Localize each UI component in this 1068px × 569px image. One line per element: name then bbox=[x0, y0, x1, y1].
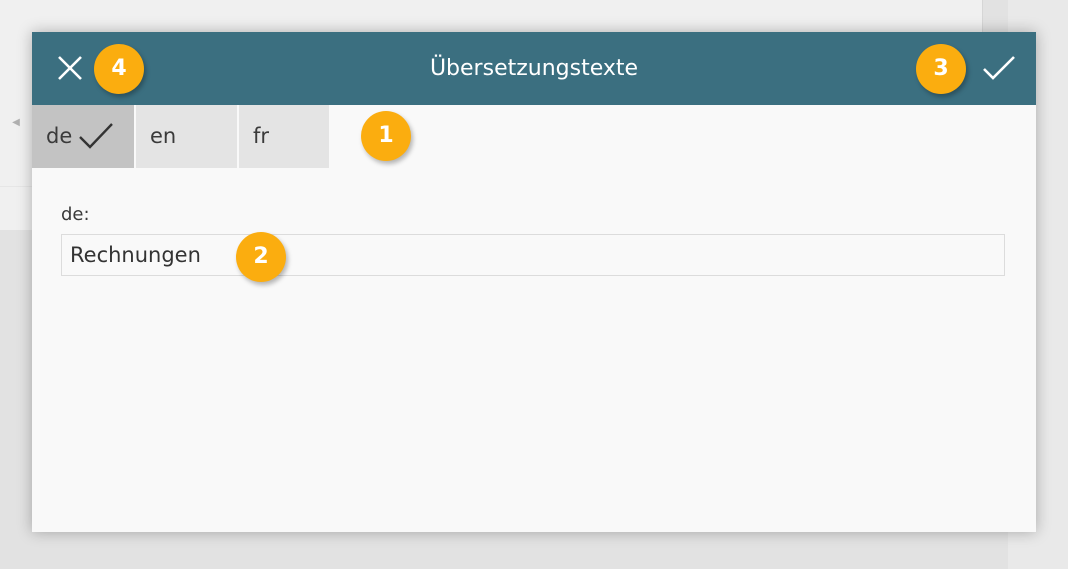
tab-label: de bbox=[46, 124, 73, 148]
tab-label: fr bbox=[253, 124, 270, 148]
tab-fr[interactable]: fr bbox=[239, 105, 329, 168]
scroll-left-arrow-icon: ◀ bbox=[12, 117, 20, 128]
tab-label: en bbox=[150, 124, 177, 148]
close-button[interactable] bbox=[48, 46, 92, 90]
dialog-title: Übersetzungstexte bbox=[429, 56, 639, 81]
callout-marker-1: 1 bbox=[361, 111, 411, 161]
tab-de[interactable]: de bbox=[32, 105, 134, 168]
confirm-button[interactable] bbox=[974, 46, 1018, 90]
callout-marker-2: 2 bbox=[236, 232, 286, 282]
checkmark-icon bbox=[79, 123, 113, 149]
tab-en[interactable]: en bbox=[136, 105, 237, 168]
translation-dialog: Übersetzungstexte de en fr de: bbox=[32, 32, 1036, 532]
callout-marker-4: 4 bbox=[94, 44, 144, 94]
callout-marker-3: 3 bbox=[916, 44, 966, 94]
checkmark-icon bbox=[983, 56, 1015, 80]
dialog-header: Übersetzungstexte bbox=[32, 32, 1036, 105]
close-icon bbox=[58, 56, 82, 80]
field-label: de: bbox=[61, 204, 90, 225]
translation-input[interactable] bbox=[61, 234, 1005, 276]
